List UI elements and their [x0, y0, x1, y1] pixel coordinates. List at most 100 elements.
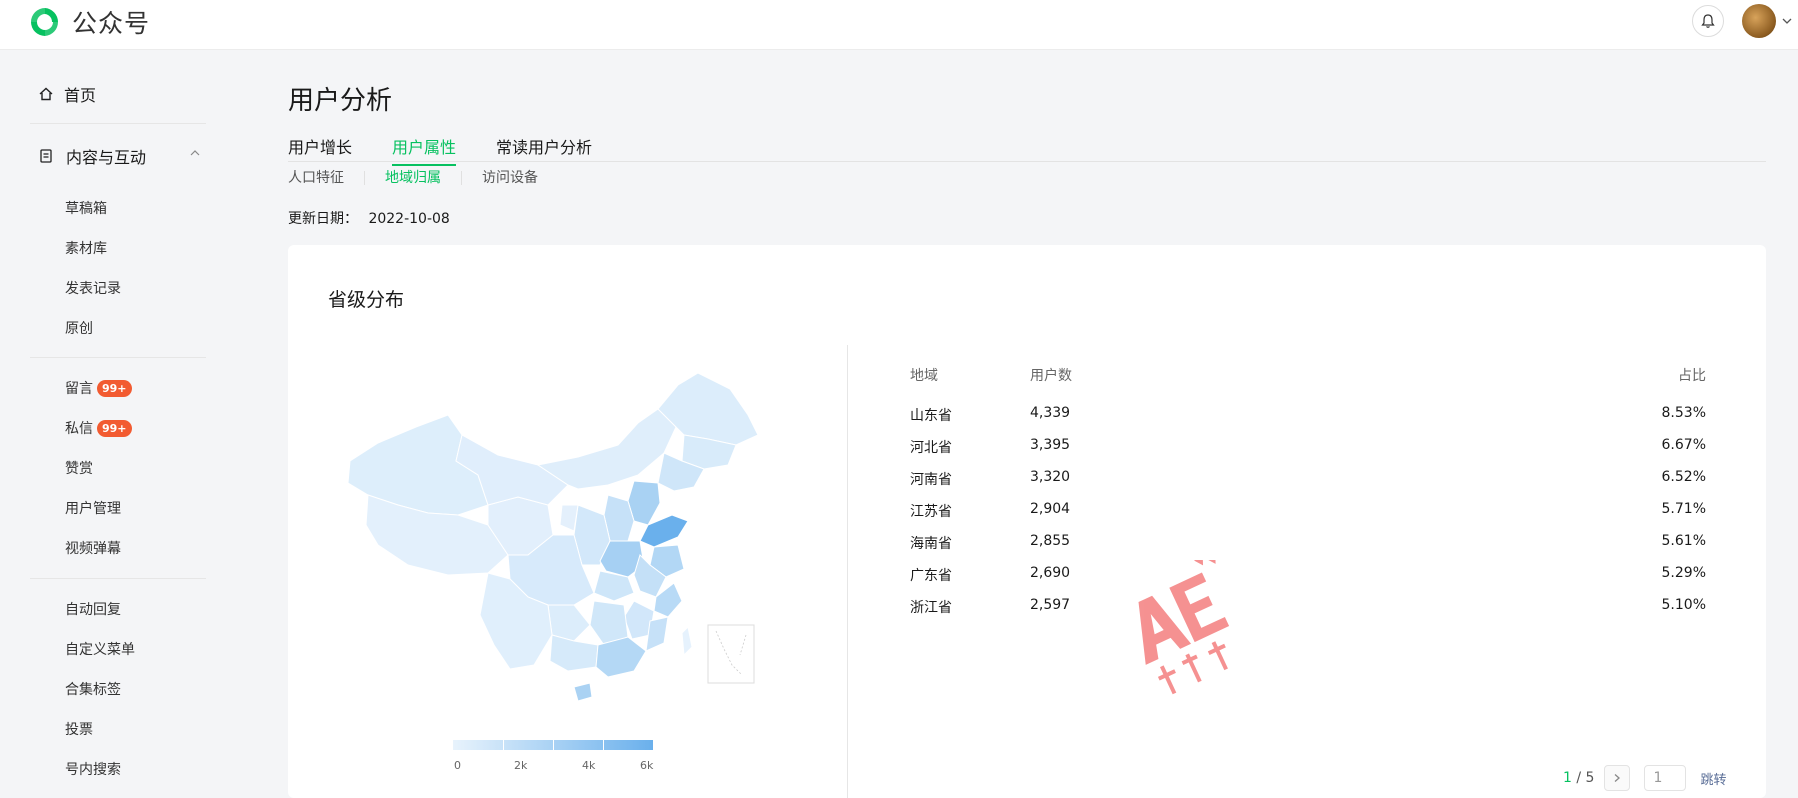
- cell-region: 山东省: [910, 408, 952, 424]
- sidebar-item-label: 用户管理: [65, 501, 121, 517]
- map-region-taiwan: [681, 625, 693, 657]
- subtab-devices[interactable]: 访问设备: [461, 171, 558, 185]
- column-header-region: 地域: [910, 368, 938, 384]
- next-page-button[interactable]: [1604, 765, 1631, 791]
- page-number-input[interactable]: [1644, 765, 1687, 791]
- sidebar-item-publish-records[interactable]: 发表记录: [65, 278, 121, 298]
- legend-label: 0: [454, 759, 461, 772]
- cell-percent: 6.67%: [1661, 437, 1706, 453]
- cell-region: 河南省: [910, 472, 952, 488]
- cell-percent: 6.52%: [1661, 469, 1706, 485]
- card-title: 省级分布: [328, 289, 405, 311]
- avatar[interactable]: [1742, 4, 1776, 38]
- update-date-label: 更新日期：: [288, 211, 358, 227]
- card-divider: [847, 345, 848, 798]
- cell-users: 4,339: [1030, 405, 1071, 421]
- wechat-mp-logo-icon: [31, 8, 59, 36]
- map-region-hainan: [573, 682, 593, 702]
- cell-users: 3,320: [1030, 469, 1071, 485]
- cell-percent: 5.71%: [1661, 501, 1706, 517]
- app-logo[interactable]: 公众号: [28, 4, 150, 40]
- sidebar-item-label: 视频弹幕: [65, 541, 121, 557]
- pagination: 1 / 5 跳转: [1563, 765, 1726, 791]
- legend-tick: [503, 740, 504, 750]
- jump-button[interactable]: 跳转: [1700, 769, 1726, 788]
- sidebar-item-label: 私信: [65, 421, 93, 437]
- sidebar-item-custom-menu[interactable]: 自定义菜单: [65, 639, 135, 659]
- cell-users: 2,690: [1030, 565, 1071, 581]
- sidebar-item-in-account-search[interactable]: 号内搜索: [65, 759, 121, 779]
- south-china-sea-inset: [707, 624, 755, 684]
- divider: [30, 123, 206, 124]
- sub-tabs: 人口特征 地域归属 访问设备: [288, 171, 558, 185]
- subtab-region[interactable]: 地域归属: [364, 171, 461, 185]
- sidebar-group-content[interactable]: 内容与互动: [38, 144, 202, 168]
- chevron-up-icon[interactable]: [188, 146, 202, 160]
- cell-percent: 5.29%: [1661, 565, 1706, 581]
- table-row: 浙江省 2,597 5.10%: [910, 597, 1706, 629]
- sidebar-item-label: 草稿箱: [65, 201, 107, 217]
- divider: [30, 357, 206, 358]
- sidebar-item-label: 素材库: [65, 241, 107, 257]
- chevron-right-icon: [1615, 774, 1621, 782]
- update-date-value: 2022-10-08: [368, 211, 450, 227]
- sidebar-item-user-management[interactable]: 用户管理: [65, 498, 121, 518]
- top-bar: 公众号: [0, 0, 1798, 50]
- sidebar-item-label: 发表记录: [65, 281, 121, 297]
- pager-separator: /: [1571, 770, 1586, 786]
- page-title: 用户分析: [288, 86, 393, 116]
- chevron-down-icon[interactable]: [1780, 14, 1794, 28]
- table-row: 山东省 4,339 8.53%: [910, 405, 1706, 437]
- sidebar-item-vote[interactable]: 投票: [65, 719, 93, 739]
- cell-region: 海南省: [910, 536, 952, 552]
- sidebar-item-label: 自定义菜单: [65, 642, 135, 658]
- notifications-button[interactable]: [1692, 5, 1724, 37]
- sidebar-item-messages[interactable]: 私信 99+: [65, 418, 132, 438]
- column-header-users: 用户数: [1030, 368, 1072, 384]
- sidebar-item-materials[interactable]: 素材库: [65, 238, 107, 258]
- cell-percent: 8.53%: [1661, 405, 1706, 421]
- pager-total-pages: 5: [1585, 770, 1595, 786]
- cell-users: 3,395: [1030, 437, 1071, 453]
- cell-percent: 5.10%: [1661, 597, 1706, 613]
- sidebar-item-comments[interactable]: 留言 99+: [65, 378, 132, 398]
- legend-label: 6k: [640, 759, 654, 772]
- sidebar-item-video-danmaku[interactable]: 视频弹幕: [65, 538, 121, 558]
- sidebar-item-home[interactable]: 首页: [38, 82, 96, 106]
- subtab-demographics[interactable]: 人口特征: [288, 171, 364, 185]
- media-watermark-logo: [1138, 560, 1230, 695]
- map-region-inner-mongolia: [536, 408, 677, 490]
- sidebar-item-rewards[interactable]: 赞赏: [65, 458, 93, 478]
- unread-badge: 99+: [97, 379, 132, 397]
- tab-user-growth[interactable]: 用户增长: [288, 134, 352, 164]
- sidebar-item-drafts[interactable]: 草稿箱: [65, 198, 107, 218]
- update-date-row: 更新日期： 2022-10-08: [288, 208, 450, 228]
- table-row: 广东省 2,690 5.29%: [910, 565, 1706, 597]
- sidebar-item-label: 原创: [65, 321, 93, 337]
- unread-badge: 99+: [97, 419, 132, 437]
- sidebar-item-label: 赞赏: [65, 461, 93, 477]
- home-icon: [39, 87, 53, 101]
- china-choropleth-map[interactable]: [338, 365, 788, 705]
- table-row: 河北省 3,395 6.67%: [910, 437, 1706, 469]
- cell-region: 江苏省: [910, 504, 952, 520]
- province-distribution-card: 省级分布 0 2k 4k 6k 地域 用户数 占比 山东省 4,339 8.53…: [288, 245, 1766, 798]
- sidebar-item-original[interactable]: 原创: [65, 318, 93, 338]
- sidebar-group-label: 内容与互动: [66, 148, 147, 167]
- table-row: 江苏省 2,904 5.71%: [910, 501, 1706, 533]
- tab-frequent-readers[interactable]: 常读用户分析: [496, 134, 592, 164]
- document-icon: [40, 149, 52, 163]
- sidebar: 首页 内容与互动 草稿箱 素材库 发表记录 原创 留言 99+ 私信 99+ 赞…: [0, 50, 230, 798]
- sidebar-item-auto-reply[interactable]: 自动回复: [65, 599, 121, 619]
- cell-percent: 5.61%: [1661, 533, 1706, 549]
- divider: [30, 578, 206, 579]
- sidebar-item-collection-tags[interactable]: 合集标签: [65, 679, 121, 699]
- tab-user-attributes[interactable]: 用户属性: [392, 134, 457, 166]
- sidebar-item-label: 留言: [65, 381, 93, 397]
- bell-icon: [1701, 14, 1715, 28]
- cell-region: 广东省: [910, 568, 952, 584]
- sidebar-item-label: 自动回复: [65, 602, 121, 618]
- legend-tick: [603, 740, 604, 750]
- app-title: 公众号: [72, 9, 151, 38]
- sidebar-item-label: 号内搜索: [65, 762, 121, 778]
